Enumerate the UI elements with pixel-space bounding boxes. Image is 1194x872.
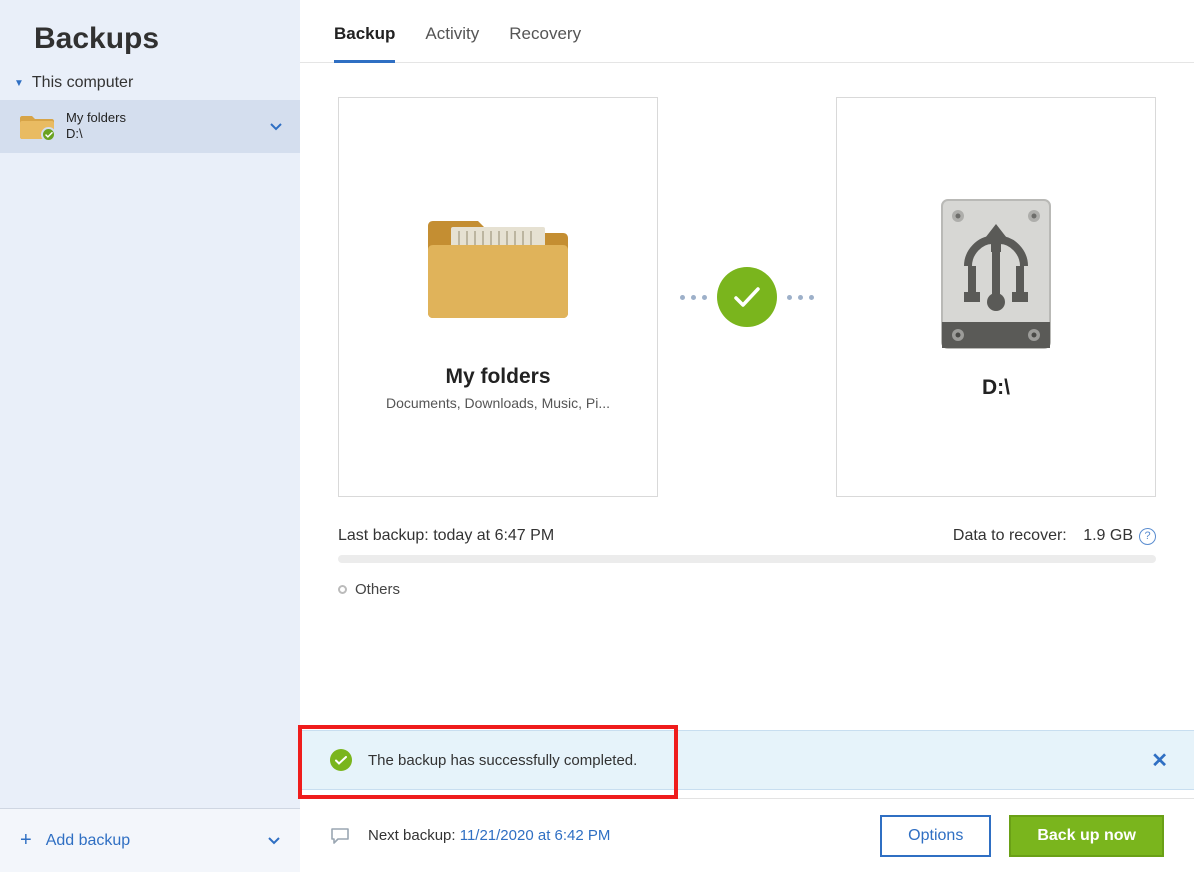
- caret-down-icon: ▼: [14, 78, 24, 89]
- sidebar-section-header[interactable]: ▼ This computer: [0, 74, 300, 100]
- sidebar-title: Backups: [0, 0, 300, 74]
- tab-backup[interactable]: Backup: [334, 24, 395, 63]
- backup-item-name: My folders: [66, 110, 126, 126]
- chevron-down-icon[interactable]: [270, 118, 282, 134]
- options-button[interactable]: Options: [880, 815, 991, 857]
- folder-icon: [20, 112, 54, 140]
- footer: Next backup: 11/21/2020 at 6:42 PM Optio…: [300, 798, 1194, 872]
- tab-recovery[interactable]: Recovery: [509, 24, 581, 63]
- data-to-recover-label: Data to recover:: [953, 527, 1067, 545]
- summary-row: Last backup: today at 6:47 PM Data to re…: [338, 527, 1156, 545]
- close-icon[interactable]: ✕: [1151, 748, 1168, 773]
- back-up-now-button[interactable]: Back up now: [1009, 815, 1164, 857]
- sidebar: Backups ▼ This computer My folders D:\ +…: [0, 0, 300, 872]
- connector: [680, 97, 814, 497]
- chevron-down-icon[interactable]: [268, 832, 280, 850]
- tabs: Backup Activity Recovery: [300, 0, 1194, 63]
- backup-item-texts: My folders D:\: [66, 110, 126, 143]
- help-icon[interactable]: ?: [1139, 528, 1156, 545]
- plus-icon: +: [20, 829, 32, 852]
- sidebar-backup-item[interactable]: My folders D:\: [0, 100, 300, 153]
- last-backup: Last backup: today at 6:47 PM: [338, 527, 554, 545]
- folder-large-icon: [423, 183, 573, 343]
- data-to-recover: Data to recover: 1.9 GB ?: [953, 527, 1156, 545]
- backup-item-location: D:\: [66, 126, 126, 142]
- progress-bar: [338, 555, 1156, 563]
- check-round-icon: [717, 267, 777, 327]
- drive-icon: [936, 194, 1056, 354]
- others-label: Others: [355, 581, 400, 598]
- source-card[interactable]: My folders Documents, Downloads, Music, …: [338, 97, 658, 497]
- sidebar-spacer: [0, 153, 300, 809]
- main: Backup Activity Recovery: [300, 0, 1194, 872]
- destination-card[interactable]: D:\: [836, 97, 1156, 497]
- dots-left-icon: [680, 295, 707, 300]
- dots-right-icon: [787, 295, 814, 300]
- section-label: This computer: [32, 74, 133, 92]
- add-backup-button[interactable]: + Add backup: [0, 808, 300, 872]
- next-backup-label: Next backup:: [368, 827, 456, 844]
- next-backup: Next backup: 11/21/2020 at 6:42 PM: [368, 827, 610, 844]
- next-backup-value[interactable]: 11/21/2020 at 6:42 PM: [460, 827, 611, 844]
- last-backup-label: Last backup:: [338, 527, 429, 544]
- source-title: My folders: [445, 365, 550, 389]
- destination-title: D:\: [982, 376, 1010, 400]
- cards-row: My folders Documents, Downloads, Music, …: [338, 97, 1156, 497]
- radio-icon: [338, 585, 347, 594]
- others-row[interactable]: Others: [338, 581, 1156, 598]
- last-backup-value: today at 6:47 PM: [433, 527, 554, 544]
- comment-icon[interactable]: [330, 827, 350, 845]
- data-to-recover-value: 1.9 GB: [1083, 527, 1133, 545]
- add-backup-label: Add backup: [46, 832, 131, 850]
- tab-activity[interactable]: Activity: [425, 24, 479, 63]
- source-subtitle: Documents, Downloads, Music, Pi...: [386, 395, 610, 411]
- content: My folders Documents, Downloads, Music, …: [300, 63, 1194, 798]
